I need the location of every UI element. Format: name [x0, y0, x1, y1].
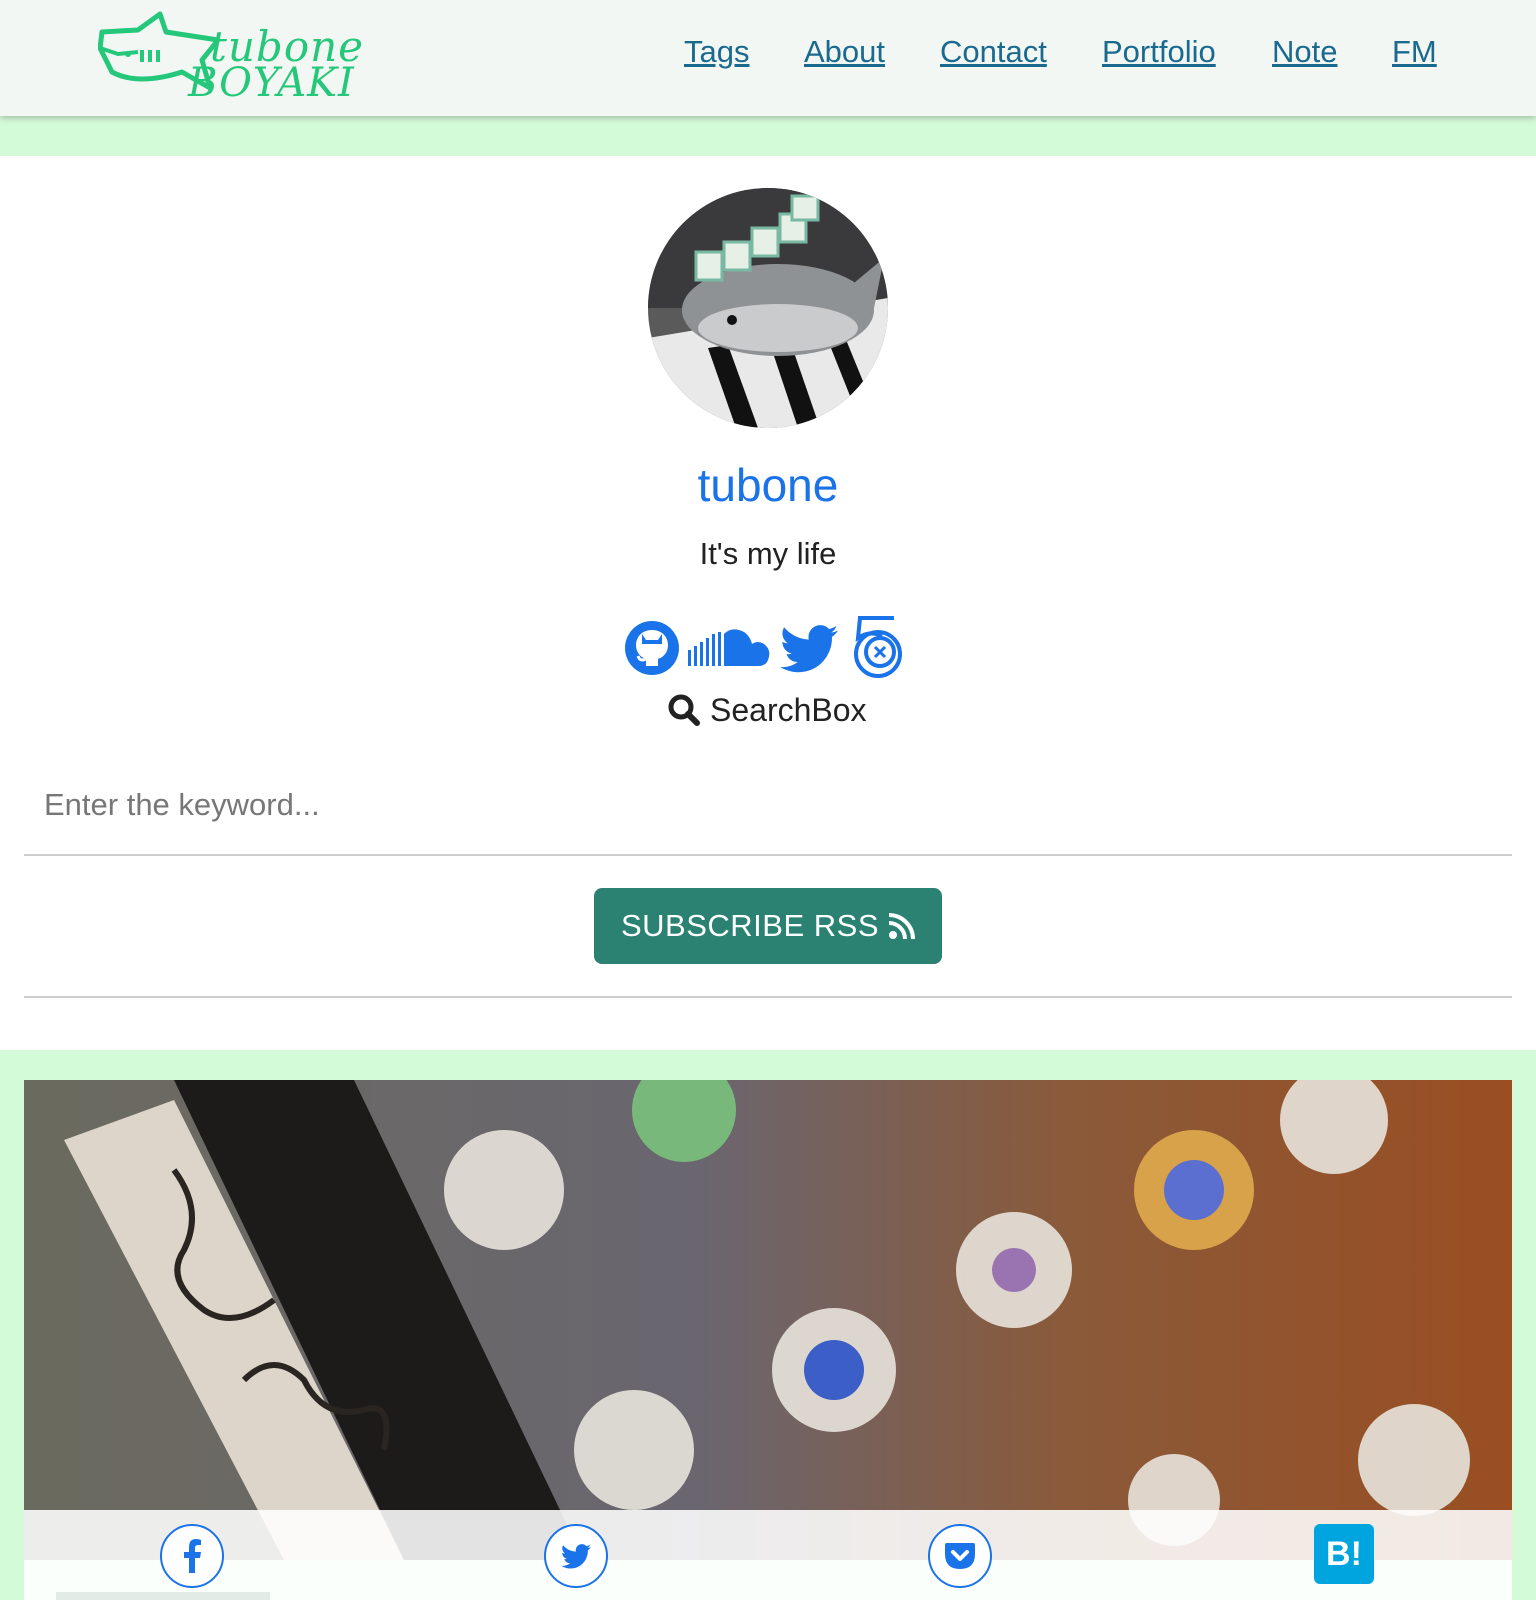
twitter-icon[interactable] [780, 624, 838, 679]
profile-tagline: It's my life [699, 536, 837, 571]
facebook-icon [184, 1539, 201, 1573]
searchbox-label: SearchBox [710, 692, 867, 728]
search-icon [668, 694, 700, 726]
nav-link-contact[interactable]: Contact [940, 34, 1047, 70]
soundcloud-icon[interactable] [688, 628, 774, 677]
subscribe-rss-button[interactable]: SUBSCRIBE RSS [594, 888, 942, 964]
header-band [0, 116, 1536, 156]
smartphone-photo [24, 1080, 1512, 1560]
rss-icon [889, 913, 915, 939]
profile-name[interactable]: tubone [0, 458, 1536, 512]
nav-link-portfolio[interactable]: Portfolio [1102, 34, 1216, 70]
twitter-icon [561, 1543, 591, 1568]
nav-link-fm[interactable]: FM [1392, 34, 1437, 70]
subscribe-rss-label: SUBSCRIBE RSS [620, 908, 879, 943]
social-links [624, 614, 914, 682]
share-pocket-button[interactable] [928, 1524, 992, 1588]
share-twitter-button[interactable] [544, 1524, 608, 1588]
featured-article-image[interactable] [24, 1080, 1512, 1560]
500px-icon[interactable] [850, 614, 906, 685]
nav-link-about[interactable]: About [804, 34, 885, 70]
logo-text-boyaki: BOYAKI [188, 60, 355, 106]
site-header: tubone BOYAKI Tags About Contact Portfol… [0, 0, 1536, 116]
site-logo[interactable]: tubone BOYAKI [98, 10, 378, 106]
hatena-bookmark-icon: B! [1326, 1534, 1362, 1573]
bottom-tab-indicator [56, 1592, 270, 1600]
search-input[interactable] [24, 756, 1512, 856]
github-icon[interactable] [624, 620, 680, 681]
nav-link-note[interactable]: Note [1272, 34, 1337, 70]
section-divider [24, 996, 1512, 998]
share-facebook-button[interactable] [160, 1524, 224, 1588]
share-bar [24, 1510, 1512, 1600]
share-hatena-button[interactable]: B! [1314, 1524, 1374, 1584]
avatar [648, 188, 888, 428]
pocket-icon [945, 1543, 975, 1569]
avatar-photo [648, 188, 888, 428]
nav-link-tags[interactable]: Tags [684, 34, 749, 70]
